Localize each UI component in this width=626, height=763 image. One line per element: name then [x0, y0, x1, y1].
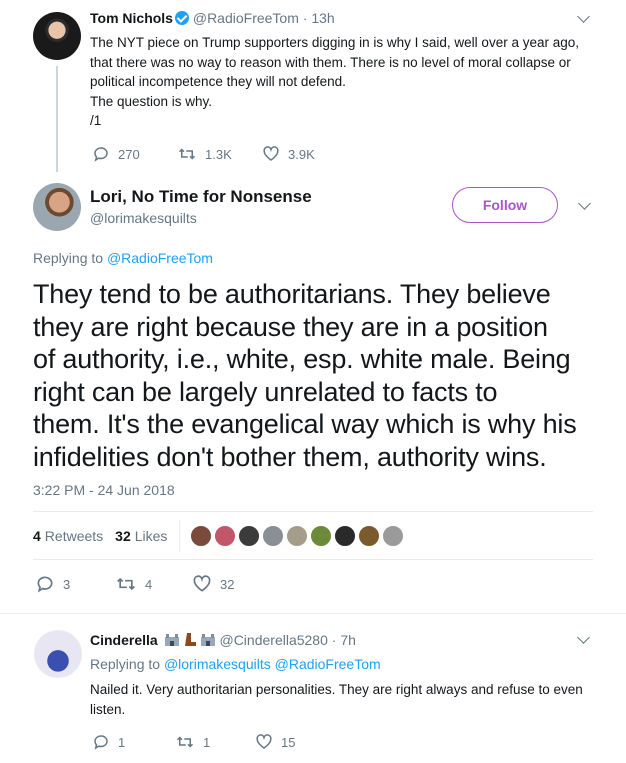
retweet-count: 1.3K: [205, 146, 232, 162]
retweet-count: 1: [203, 734, 211, 750]
liker-avatar[interactable]: [286, 525, 309, 547]
follow-button[interactable]: Follow: [452, 187, 558, 223]
parent-tweet[interactable]: Tom Nichols @RadioFreeTom · 13h The NYT …: [0, 0, 626, 172]
tweet-actions: 1 1 15: [92, 733, 295, 751]
tweet-text-line: right can be largely unrelated to facts …: [33, 376, 498, 407]
liker-avatar[interactable]: [190, 525, 213, 547]
tweet-text-line: The NYT piece on Trump supporters diggin…: [90, 35, 579, 50]
like-count: 15: [281, 734, 296, 750]
liker-avatar[interactable]: [382, 525, 405, 547]
divider: [33, 511, 593, 512]
reply-button[interactable]: 3: [35, 574, 115, 594]
like-count: 3.9K: [288, 146, 315, 162]
retweets-stat[interactable]: 4 Retweets: [33, 528, 103, 544]
replying-to: Replying to @RadioFreeTom: [33, 250, 213, 266]
retweet-button[interactable]: 1: [175, 733, 255, 751]
reply-icon: [94, 735, 108, 750]
tweet-text-line: they are right because they are in a pos…: [33, 311, 548, 342]
avatar[interactable]: [33, 12, 81, 60]
mention-link[interactable]: @lorimakesquilts @RadioFreeTom: [164, 656, 381, 672]
tweet-text: They tend to be authoritarians. They bel…: [33, 278, 613, 473]
author-name[interactable]: Tom Nichols: [90, 10, 173, 26]
divider: [179, 520, 181, 552]
reply-icon: [37, 576, 53, 593]
reply-count: 270: [118, 146, 140, 162]
tweet-text: The NYT piece on Trump supporters diggin…: [90, 33, 610, 131]
author-name[interactable]: Cinderella: [90, 632, 158, 648]
retweet-button[interactable]: 1.3K: [177, 145, 262, 163]
castle-icon: [164, 634, 179, 646]
tweet-timestamp[interactable]: 3:22 PM - 24 Jun 2018: [33, 482, 175, 498]
tweet-stats: 4 Retweets 32 Likes: [33, 520, 406, 552]
retweet-button[interactable]: 4: [115, 574, 192, 594]
reply-button[interactable]: 1: [92, 733, 175, 751]
tweet-header: Cinderella @Cinderella5280 · 7h: [90, 632, 356, 648]
reply-count: 1: [118, 734, 126, 750]
replying-prefix: Replying to: [33, 250, 104, 266]
like-button[interactable]: 15: [255, 733, 295, 751]
likes-label: Likes: [134, 528, 168, 544]
retweet-icon: [178, 148, 196, 160]
retweet-icon: [176, 736, 194, 748]
chevron-down-icon[interactable]: [577, 631, 590, 644]
heart-icon: [263, 146, 279, 161]
tweet-text-line: listen.: [90, 701, 126, 717]
liker-avatar[interactable]: [238, 525, 261, 547]
tweet-text-line: They tend to be authoritarians. They bel…: [33, 279, 551, 309]
tweet-text-line: Nailed it. Very authoritarian personalit…: [90, 682, 583, 697]
like-count: 32: [220, 576, 235, 592]
retweet-icon: [117, 577, 135, 591]
reply-button[interactable]: 270: [92, 145, 177, 163]
tweet-actions: 3 4 32: [35, 574, 234, 594]
retweets-label: Retweets: [44, 528, 104, 544]
castle-icon: [200, 634, 215, 646]
author-handle[interactable]: @RadioFreeTom: [193, 10, 299, 26]
liker-avatar[interactable]: [262, 525, 285, 547]
tweet-text-line: of authority, i.e., white, esp. white ma…: [33, 344, 571, 374]
tweet-time[interactable]: · 13h: [303, 10, 335, 26]
liker-avatar[interactable]: [214, 525, 237, 547]
like-button[interactable]: 3.9K: [262, 145, 315, 163]
replying-prefix: Replying to: [90, 656, 161, 672]
tweet-text-line: political incompetence they will not def…: [90, 74, 346, 89]
reply-icon: [94, 147, 108, 162]
heart-icon: [193, 575, 211, 592]
thread-line: [56, 66, 58, 172]
chevron-down-icon[interactable]: [577, 10, 590, 23]
author-handle[interactable]: @lorimakesquilts: [90, 210, 197, 226]
boot-icon: [184, 633, 196, 646]
author-name[interactable]: Lori, No Time for Nonsense: [90, 187, 312, 207]
likes-stat[interactable]: 32 Likes: [115, 528, 167, 544]
tweet-text-line: The question is why.: [90, 93, 213, 109]
reply-count: 3: [63, 576, 71, 592]
like-total: 32: [115, 528, 131, 544]
liker-avatar[interactable]: [334, 525, 357, 547]
liker-avatar[interactable]: [310, 525, 333, 547]
tweet-text-line: infidelities don't bother them, authorit…: [33, 441, 547, 472]
tweet-text-line: them. It's the evangelical way which is …: [33, 409, 577, 439]
tweet-text-line: that there was no way to reason with the…: [90, 54, 571, 70]
verified-icon: [174, 11, 189, 25]
replying-to: Replying to @lorimakesquilts @RadioFreeT…: [90, 656, 381, 672]
retweet-count: 4: [145, 576, 153, 592]
divider: [0, 613, 626, 614]
chevron-down-icon[interactable]: [578, 197, 591, 210]
heart-icon: [256, 734, 272, 749]
avatar[interactable]: [33, 183, 81, 231]
retweet-total: 4: [33, 528, 41, 544]
tweet-header: Tom Nichols @RadioFreeTom · 13h: [90, 10, 335, 26]
tweet-actions: 270 1.3K 3.9K: [92, 145, 315, 163]
tweet-text-line: /1: [90, 113, 102, 128]
like-button[interactable]: 32: [192, 574, 234, 594]
tweet-text: Nailed it. Very authoritarian personalit…: [90, 680, 610, 719]
author-handle[interactable]: @Cinderella5280: [219, 632, 327, 648]
mention-link[interactable]: @RadioFreeTom: [107, 250, 213, 266]
liker-avatar[interactable]: [358, 525, 381, 547]
liker-avatars: [190, 525, 406, 547]
divider: [33, 559, 593, 560]
avatar[interactable]: [34, 630, 82, 678]
tweet-time[interactable]: · 7h: [332, 632, 356, 648]
